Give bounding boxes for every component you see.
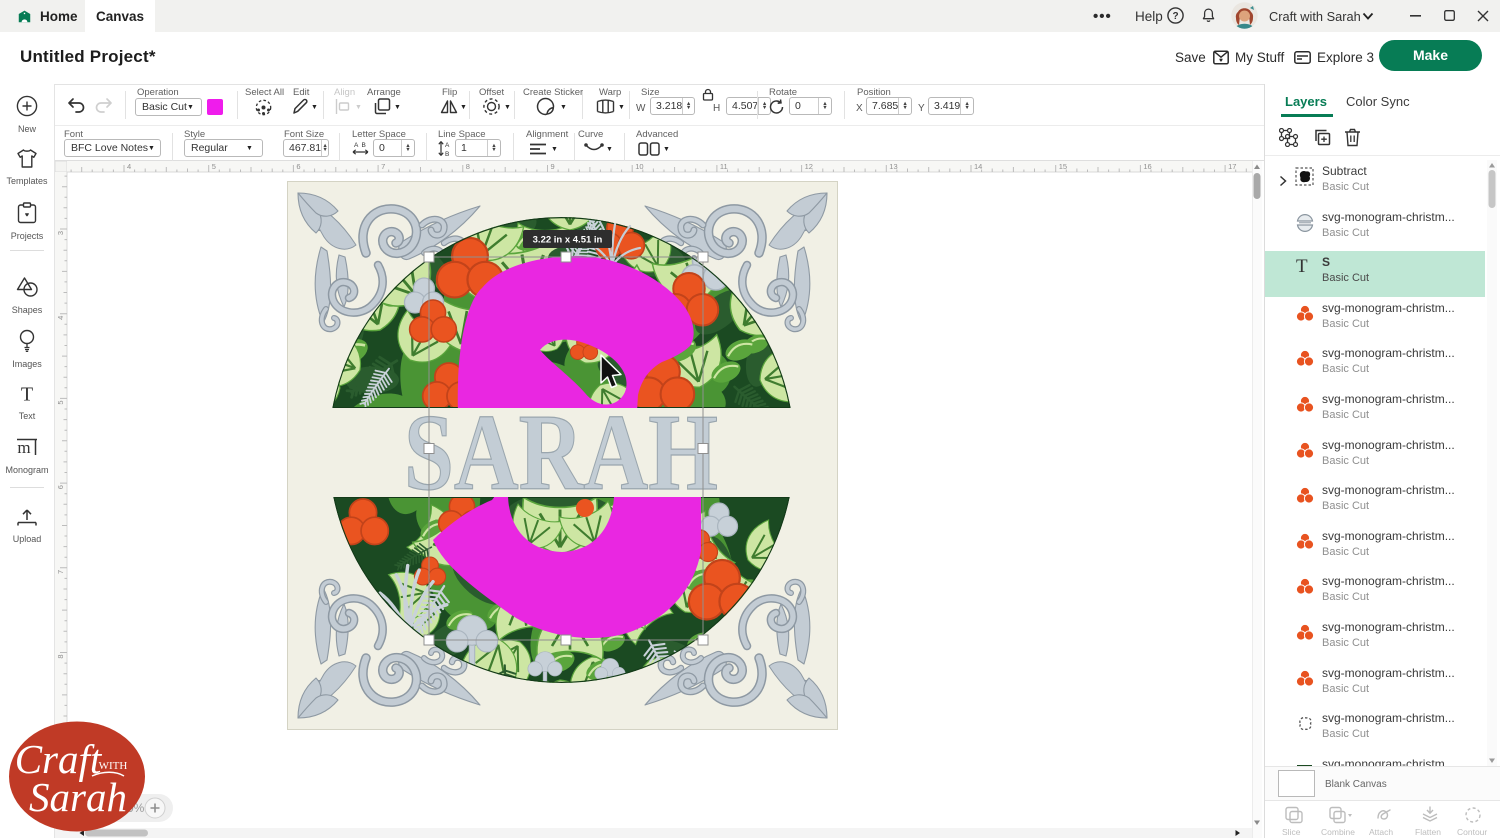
svg-text:5: 5 xyxy=(56,400,65,404)
svg-text:Sarah: Sarah xyxy=(29,774,127,820)
svg-text:3.22 in x 4.51 in: 3.22 in x 4.51 in xyxy=(533,235,603,246)
svg-text:16: 16 xyxy=(1143,162,1151,171)
svg-text:5: 5 xyxy=(212,162,216,171)
svg-text:8: 8 xyxy=(466,162,470,171)
svg-text:SARAH: SARAH xyxy=(404,392,718,513)
svg-text:17: 17 xyxy=(1228,162,1236,171)
svg-text:6: 6 xyxy=(296,162,300,171)
svg-text:m: m xyxy=(17,438,30,457)
svg-text:?: ? xyxy=(1172,11,1178,22)
svg-text:14: 14 xyxy=(974,162,982,171)
svg-text:10: 10 xyxy=(635,162,643,171)
svg-text:4: 4 xyxy=(127,162,131,171)
svg-text:6: 6 xyxy=(56,485,65,489)
svg-text:9: 9 xyxy=(551,162,555,171)
svg-text:T: T xyxy=(21,384,33,404)
svg-text:13: 13 xyxy=(889,162,897,171)
svg-text:B: B xyxy=(362,142,366,149)
svg-text:12: 12 xyxy=(805,162,813,171)
svg-text:3: 3 xyxy=(56,231,65,235)
svg-text:8: 8 xyxy=(56,655,65,659)
svg-text:A: A xyxy=(354,142,359,149)
svg-text:WITH: WITH xyxy=(99,760,128,772)
svg-text:A: A xyxy=(445,142,450,149)
svg-text:4: 4 xyxy=(56,316,65,320)
svg-text:11: 11 xyxy=(720,162,728,171)
svg-text:7: 7 xyxy=(381,162,385,171)
svg-text:7: 7 xyxy=(56,570,65,574)
svg-text:B: B xyxy=(445,151,449,157)
svg-text:15: 15 xyxy=(1059,162,1067,171)
